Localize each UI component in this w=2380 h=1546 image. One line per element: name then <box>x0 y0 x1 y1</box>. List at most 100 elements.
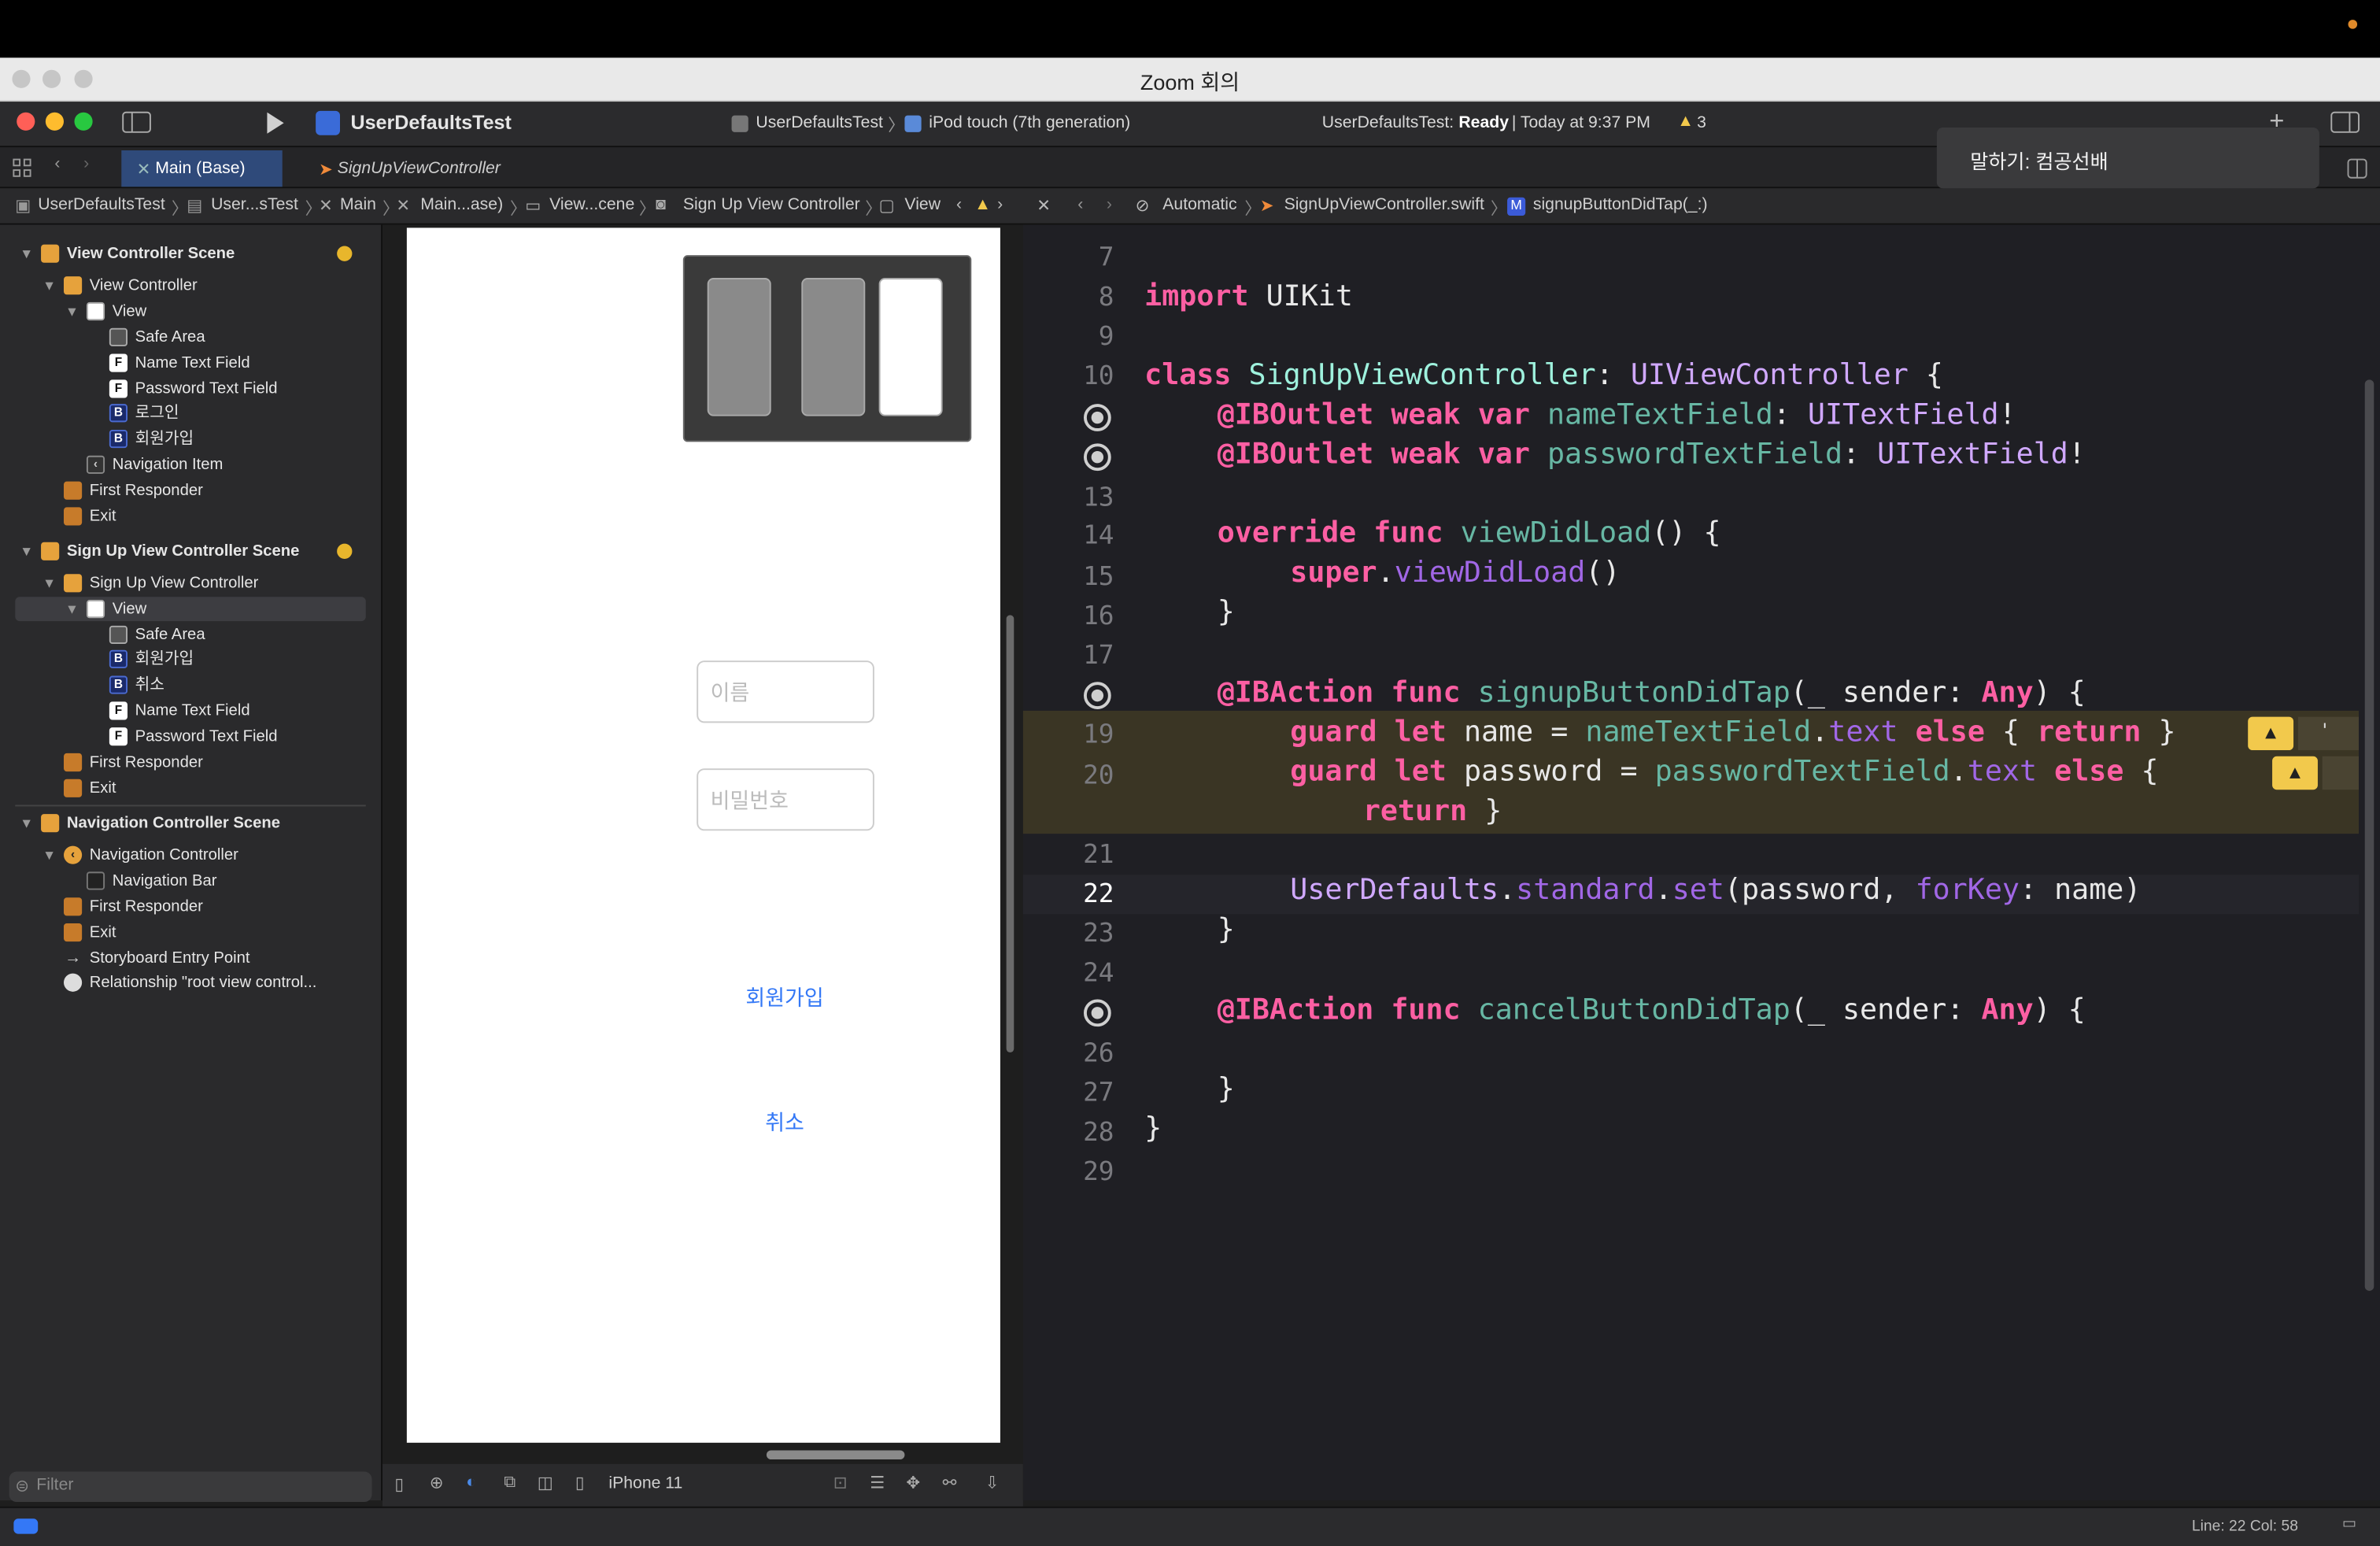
code-content[interactable]: 7 8 9 10 13 14 15 16 17 19 20 21 22 23 2… <box>1022 225 2380 1501</box>
storyboard-minimap[interactable] <box>682 255 972 442</box>
outline-item[interactable]: First Responder <box>63 477 203 503</box>
signup-button[interactable]: 회원가입 <box>693 982 875 1013</box>
jump-item-project[interactable]: UserDefaultsTest <box>38 196 165 214</box>
outline-item[interactable]: First Responder <box>63 749 203 775</box>
add-editor-icon[interactable] <box>2347 158 2368 179</box>
jump-item-method[interactable]: signupButtonDidTap(_:) <box>1533 196 1708 214</box>
outline-item[interactable]: Navigation Bar <box>86 867 217 893</box>
back-icon[interactable]: ‹ <box>54 155 60 173</box>
canvas-vertical-scrollbar[interactable] <box>1006 615 1014 1052</box>
disclosure-icon[interactable]: ▼ <box>65 303 79 318</box>
warning-count[interactable]: 3 <box>1697 114 1706 132</box>
previous-issue-icon[interactable]: ‹ <box>956 196 962 214</box>
tab-main-base[interactable]: ✕ Main (Base) <box>121 150 283 187</box>
outline-item[interactable]: ▼ Sign Up View Controller Scene <box>20 538 299 564</box>
tab-signupviewcontroller[interactable]: ➤ SignUpViewController <box>304 150 516 187</box>
jump-item-vc[interactable]: Sign Up View Controller <box>683 196 860 214</box>
minimap-scene[interactable] <box>707 278 771 416</box>
outline-item[interactable]: Safe Area <box>109 324 205 350</box>
align-icon[interactable]: ☰ <box>870 1473 885 1492</box>
outline-item[interactable]: F Name Text Field <box>109 350 250 375</box>
device-label[interactable]: iPhone 11 <box>608 1474 682 1492</box>
disclosure-icon[interactable]: ▼ <box>20 246 33 261</box>
minimize-button[interactable] <box>45 112 64 131</box>
jump-item-file[interactable]: SignUpViewController.swift <box>1284 196 1484 214</box>
outline-item[interactable]: F Name Text Field <box>109 697 250 723</box>
orientation-icon[interactable]: ⧉ <box>504 1473 516 1492</box>
code-editor[interactable]: 7 8 9 10 13 14 15 16 17 19 20 21 22 23 2… <box>1022 224 2380 1501</box>
jump-item-automatic[interactable]: Automatic <box>1162 196 1236 214</box>
inspector-toggle-icon[interactable] <box>2330 111 2360 135</box>
disclosure-icon[interactable]: ▼ <box>65 601 79 616</box>
outline-item[interactable]: ▼ View <box>65 298 146 324</box>
back-icon[interactable]: ‹ <box>1077 196 1083 214</box>
filter-field[interactable]: ⊜ Filter <box>9 1471 372 1503</box>
disclosure-icon[interactable]: ▼ <box>42 277 56 292</box>
warning-badge-icon[interactable]: ▲ <box>2248 716 2294 751</box>
disclosure-icon[interactable]: ▼ <box>42 847 56 862</box>
editor-scrollbar[interactable] <box>2364 379 2374 1291</box>
canvas-horizontal-scrollbar[interactable] <box>766 1450 905 1460</box>
embed-icon[interactable]: ⇩ <box>985 1473 1000 1492</box>
outline-item[interactable]: Exit <box>63 503 116 529</box>
outline-item[interactable]: ▼ Navigation Controller Scene <box>20 809 280 835</box>
forward-icon[interactable]: › <box>1107 196 1112 214</box>
close-editor-icon[interactable]: ✕ <box>1037 196 1051 216</box>
disclosure-icon[interactable]: ▼ <box>20 543 33 558</box>
appearance-icon[interactable]: ⊕ <box>430 1473 444 1492</box>
cancel-button[interactable]: 취소 <box>693 1107 875 1137</box>
outlet-connection-icon[interactable] <box>1083 443 1111 472</box>
warning-icon[interactable]: ▲ <box>974 196 991 214</box>
password-text-field[interactable]: 비밀번호 <box>697 768 874 831</box>
outline-item[interactable]: Exit <box>63 919 116 945</box>
jump-item-scene[interactable]: View...cene <box>549 196 634 214</box>
scheme-name[interactable]: UserDefaultsTest <box>350 111 511 134</box>
sidebar-toggle-icon[interactable] <box>121 111 152 135</box>
outline-item[interactable]: Relationship "root view control... <box>63 969 316 995</box>
outline-item[interactable]: B 취소 <box>109 671 164 697</box>
outline-item[interactable]: B 회원가입 <box>109 425 194 451</box>
device-icon[interactable]: ▯ <box>575 1473 585 1492</box>
debug-area-toggle-icon[interactable] <box>13 1518 39 1534</box>
dark-mode-icon[interactable]: ◐ <box>466 1473 476 1491</box>
outline-item[interactable]: → Storyboard Entry Point <box>64 945 250 971</box>
run-icon[interactable] <box>264 111 286 135</box>
outline-item[interactable]: F Password Text Field <box>109 723 277 749</box>
outline-item[interactable]: ▼ View Controller Scene <box>20 240 235 266</box>
minimap-scene-current[interactable] <box>878 278 943 416</box>
zoom-fit-icon[interactable]: ⊡ <box>833 1473 848 1492</box>
warning-message-stub[interactable] <box>2322 756 2359 790</box>
outline-item[interactable]: Exit <box>63 775 116 801</box>
close-button[interactable] <box>17 112 35 131</box>
layout-icon[interactable]: ◫ <box>538 1473 553 1492</box>
name-text-field[interactable]: 이름 <box>697 660 874 723</box>
minimap-scene[interactable] <box>801 278 866 416</box>
outline-item[interactable]: ‹ Navigation Item <box>86 451 223 477</box>
warning-message-stub[interactable]: ' <box>2297 716 2359 751</box>
resolve-icon[interactable]: ⚯ <box>943 1473 957 1492</box>
warning-badge-icon[interactable]: ▲ <box>2272 756 2318 790</box>
outline-item[interactable]: First Responder <box>63 893 203 919</box>
target-device[interactable]: iPod touch (7th generation) <box>929 114 1130 132</box>
storyboard-canvas[interactable]: 이름 비밀번호 회원가입 취소 <box>382 224 1023 1501</box>
outline-item[interactable]: B 로그인 <box>109 399 179 425</box>
fullscreen-button[interactable] <box>74 112 93 131</box>
disclosure-icon[interactable]: ▼ <box>20 815 33 830</box>
pin-icon[interactable]: ✥ <box>906 1473 920 1492</box>
outline-item[interactable]: B 회원가입 <box>109 645 194 671</box>
jump-item-main[interactable]: Main <box>340 196 376 214</box>
outline-item[interactable]: F Password Text Field <box>109 375 277 401</box>
target-app[interactable]: UserDefaultsTest <box>756 114 883 132</box>
outlet-connection-icon[interactable] <box>1083 404 1111 431</box>
outline-item[interactable]: ▼ View Controller <box>42 272 198 298</box>
action-connection-icon[interactable] <box>1083 999 1111 1027</box>
jump-item-main-base[interactable]: Main...ase) <box>420 196 503 214</box>
next-issue-icon[interactable]: › <box>997 196 1003 214</box>
outline-item[interactable]: ▼ Sign Up View Controller <box>42 569 258 595</box>
outline-item[interactable]: ▼ ‹ Navigation Controller <box>42 841 238 867</box>
jump-item-view[interactable]: View <box>904 196 941 214</box>
jump-item-group[interactable]: User...sTest <box>211 196 298 214</box>
outline-item[interactable]: ▼ View <box>65 595 146 621</box>
related-items-icon[interactable]: ⊘ <box>1136 196 1150 216</box>
warning-icon[interactable]: ▲ <box>1677 113 1694 131</box>
